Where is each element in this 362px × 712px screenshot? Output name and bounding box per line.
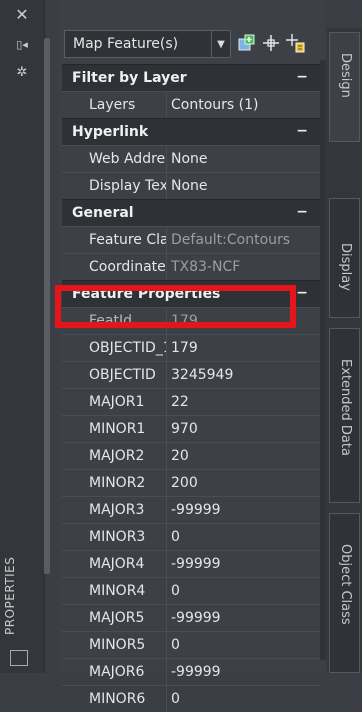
property-row[interactable]: MINOR6 0 [62, 685, 320, 712]
palette-menu-icon[interactable] [10, 650, 28, 666]
property-name: OBJECTID_1 [89, 340, 166, 356]
property-name: MAJOR2 [89, 448, 145, 464]
settings-icon[interactable]: ✲ [11, 64, 33, 82]
property-name: Web Addre... [89, 151, 166, 167]
section-title: General [72, 205, 134, 221]
property-value[interactable]: Default:Contours [166, 227, 320, 253]
tab-display[interactable]: Display [329, 198, 360, 318]
close-icon[interactable]: ✕ [11, 6, 33, 24]
toggle-pickadd-icon[interactable] [284, 32, 306, 54]
property-value[interactable]: 20 [166, 443, 320, 469]
property-value[interactable]: 0 [166, 686, 320, 712]
property-value[interactable]: -99999 [166, 605, 320, 631]
property-value[interactable]: -99999 [166, 659, 320, 685]
property-name: MINOR5 [89, 637, 146, 653]
property-row[interactable]: MINOR5 0 [62, 631, 320, 658]
property-row[interactable]: MINOR4 0 [62, 577, 320, 604]
property-row[interactable]: Layers Contours (1) [62, 91, 320, 118]
property-value[interactable]: Contours (1) [166, 92, 320, 118]
property-row[interactable]: MAJOR2 20 [62, 442, 320, 469]
property-row[interactable]: MAJOR6 -99999 [62, 658, 320, 685]
collapse-icon[interactable]: − [296, 69, 308, 85]
property-value[interactable]: 970 [166, 416, 320, 442]
property-row[interactable]: Display Text None [62, 172, 320, 199]
collapse-icon[interactable]: − [296, 285, 308, 301]
quick-select-icon[interactable] [236, 32, 258, 54]
select-objects-icon[interactable] [260, 32, 282, 54]
auto-hide-icon[interactable]: ▯◂ [11, 36, 33, 54]
tab-object-class[interactable]: Object Class [329, 513, 360, 673]
section-title: Hyperlink [72, 124, 149, 140]
property-name: Layers [89, 97, 136, 113]
property-name: MINOR3 [89, 529, 146, 545]
chevron-down-icon[interactable]: ▼ [211, 31, 230, 57]
property-name: MAJOR4 [89, 556, 145, 572]
property-value[interactable]: 0 [166, 578, 320, 604]
property-row[interactable]: Web Addre...None [62, 145, 320, 172]
property-row[interactable]: MAJOR1 22 [62, 388, 320, 415]
section-header[interactable]: General − [62, 199, 320, 226]
property-row[interactable]: OBJECTID 3245949 [62, 361, 320, 388]
property-name: MINOR6 [89, 691, 146, 707]
property-name: MAJOR3 [89, 502, 145, 518]
property-value[interactable]: 0 [166, 524, 320, 550]
property-name: MAJOR5 [89, 610, 145, 626]
property-value[interactable]: 179 [166, 335, 320, 361]
property-row[interactable]: MAJOR5 -99999 [62, 604, 320, 631]
property-value[interactable]: None [166, 146, 320, 172]
tab-design[interactable]: Design [329, 32, 360, 142]
property-name: Display Text [89, 178, 166, 194]
collapse-icon[interactable]: − [296, 123, 308, 139]
rail-divider [44, 38, 50, 574]
property-name: OBJECTID [89, 367, 156, 383]
minor1-highlight-box [55, 285, 296, 328]
side-tab-strip: Design Display Extended Data Object Clas… [327, 28, 362, 673]
property-grid: Filter by Layer − Layers Contours (1) Hyperl… [62, 64, 320, 712]
property-value[interactable]: None [166, 173, 320, 199]
properties-panel: Map Feature(s) ▼ Filter by Layer − Layers C… [58, 0, 324, 712]
property-value[interactable]: 200 [166, 470, 320, 496]
property-row[interactable]: Feature Cla...Default:Contours [62, 226, 320, 253]
object-type-selector[interactable]: Map Feature(s) ▼ [64, 30, 231, 58]
property-row[interactable]: MINOR2 200 [62, 469, 320, 496]
object-type-value: Map Feature(s) [73, 36, 179, 52]
property-row[interactable]: MAJOR3 -99999 [62, 496, 320, 523]
palette-title: PROPERTIES [3, 556, 17, 635]
collapse-icon[interactable]: − [296, 204, 308, 220]
property-value[interactable]: 0 [166, 632, 320, 658]
property-name: MINOR4 [89, 583, 146, 599]
property-value[interactable]: 22 [166, 389, 320, 415]
section-header[interactable]: Filter by Layer − [62, 64, 320, 91]
vertical-scrollbar[interactable] [320, 60, 326, 660]
section-header[interactable]: Hyperlink − [62, 118, 320, 145]
tab-extended-data[interactable]: Extended Data [329, 328, 360, 503]
property-row[interactable]: Coordinate...TX83-NCF [62, 253, 320, 280]
property-name: Feature Cla... [89, 232, 166, 248]
property-row[interactable]: MINOR3 0 [62, 523, 320, 550]
property-value[interactable]: 3245949 [166, 362, 320, 388]
property-value[interactable]: -99999 [166, 497, 320, 523]
property-value[interactable]: TX83-NCF [166, 254, 320, 280]
property-name: MAJOR6 [89, 664, 145, 680]
property-row[interactable]: MINOR1 970 [62, 415, 320, 442]
property-row[interactable]: OBJECTID_1 179 [62, 334, 320, 361]
property-name: MAJOR1 [89, 394, 145, 410]
property-row[interactable]: MAJOR4 -99999 [62, 550, 320, 577]
section-title: Filter by Layer [72, 70, 187, 86]
property-value[interactable]: -99999 [166, 551, 320, 577]
properties-palette-rail: ✕ ▯◂ ✲ PROPERTIES [0, 0, 45, 673]
properties-toolbar: Map Feature(s) ▼ [58, 30, 324, 60]
property-name: MINOR1 [89, 421, 146, 437]
property-name: Coordinate... [89, 259, 166, 275]
property-name: MINOR2 [89, 475, 146, 491]
